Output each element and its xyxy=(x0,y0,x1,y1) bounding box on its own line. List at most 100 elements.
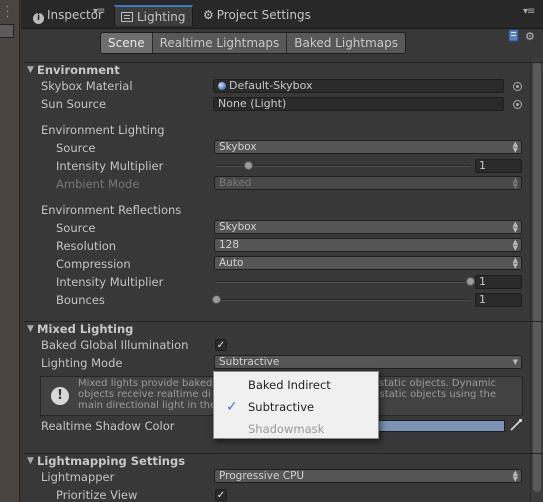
info-line1-end: static objects. Dynamic xyxy=(378,378,496,389)
scrollbar[interactable] xyxy=(530,58,543,502)
menu-item-baked-indirect[interactable]: Baked Indirect xyxy=(214,375,378,395)
tab-menu-icon[interactable]: ▾≡ xyxy=(93,6,105,17)
help-book-icon[interactable] xyxy=(508,29,520,43)
info-line1-start: Mixed lights provide baked xyxy=(78,378,213,389)
lighting-mode-popup-menu: Baked Indirect ✓ Subtractive Shadowmask xyxy=(213,371,379,439)
compression-value: Auto xyxy=(219,257,244,269)
checkmark-icon: ✓ xyxy=(226,399,238,415)
updown-arrow-icon: ▲ ▼ xyxy=(512,256,518,270)
scrollbar-thumb[interactable] xyxy=(533,62,541,492)
sun-source-field[interactable]: None (Light) xyxy=(213,97,504,111)
refl-intensity-number-field[interactable]: 1 xyxy=(475,275,522,289)
info-exclamation-icon: ! xyxy=(51,387,69,405)
lighting-mode-dropdown[interactable]: Subtractive ▼ xyxy=(214,355,522,369)
bounces-slider-thumb[interactable] xyxy=(212,295,221,304)
updown-arrow-icon: ▲ ▼ xyxy=(512,469,518,483)
intensity-slider-track[interactable] xyxy=(216,165,470,167)
info-icon: i xyxy=(33,13,44,24)
gear-icon: ⚙ xyxy=(203,8,214,22)
tab-project-settings-label: Project Settings xyxy=(216,8,311,22)
intensity-number-field[interactable]: 1 xyxy=(475,159,522,173)
shadow-color-label: Realtime Shadow Color xyxy=(41,419,175,433)
menu-item-subtractive-label: Subtractive xyxy=(248,400,315,414)
section-environment[interactable]: ▼ Environment xyxy=(24,62,543,78)
chevron-down-icon: ▼ xyxy=(512,358,518,366)
panel-edge-handle xyxy=(0,24,14,38)
env-source-dropdown[interactable]: Skybox ▲ ▼ xyxy=(214,140,522,154)
prioritize-view-label: Prioritize View xyxy=(56,488,138,502)
updown-arrow-icon: ▲ ▼ xyxy=(512,140,518,154)
environment-reflections-label: Environment Reflections xyxy=(41,203,182,217)
env-source-value: Skybox xyxy=(219,141,257,153)
bounces-number-field[interactable]: 1 xyxy=(475,293,522,307)
updown-arrow-icon: ▲ ▼ xyxy=(512,238,518,252)
window-tab-bar: i Inspector ▾≡ Lighting ⚙ Project Settings… xyxy=(21,0,543,29)
lightmapper-value: Progressive CPU xyxy=(219,470,305,482)
material-sphere-icon xyxy=(218,82,226,90)
left-panel-edge: · · · xyxy=(0,0,20,502)
menu-item-shadowmask-label: Shadowmask xyxy=(248,422,325,436)
section-lightmapping-label: Lightmapping Settings xyxy=(37,454,186,468)
skybox-material-value: Default-Skybox xyxy=(229,79,313,92)
intensity-multiplier-label: Intensity Multiplier xyxy=(56,159,164,173)
bounces-slider-track[interactable] xyxy=(216,299,470,301)
lighting-mode-value: Subtractive xyxy=(219,356,280,368)
compression-dropdown[interactable]: Auto ▲ ▼ xyxy=(214,256,522,270)
baked-gi-label: Baked Global Illumination xyxy=(41,338,189,352)
resolution-dropdown[interactable]: 128 ▲ ▼ xyxy=(214,238,522,252)
info-line2-start: objects receive realtime di xyxy=(78,389,211,400)
lighting-subtabs: Scene Realtime Lightmaps Baked Lightmaps xyxy=(100,32,407,54)
lighting-mode-label: Lighting Mode xyxy=(41,356,123,370)
refl-intensity-slider-track[interactable] xyxy=(216,281,470,283)
prioritize-view-checkbox[interactable]: ✓ xyxy=(215,489,227,501)
tab-project-settings[interactable]: ⚙ Project Settings xyxy=(197,5,317,26)
compression-label: Compression xyxy=(56,257,131,271)
section-mixed-lighting-label: Mixed Lighting xyxy=(37,322,134,336)
panel-menu-icon[interactable]: · · · xyxy=(6,3,9,23)
env-source-label: Source xyxy=(56,141,96,155)
tab-lighting[interactable]: Lighting xyxy=(114,5,193,26)
checkmark-icon: ✓ xyxy=(216,490,226,501)
info-line3-start: main directional light in the xyxy=(78,400,217,411)
tab-lighting-label: Lighting xyxy=(137,10,186,24)
refl-source-label: Source xyxy=(56,221,96,235)
ambient-mode-value: Baked xyxy=(219,177,252,189)
section-lightmapping-settings[interactable]: ▼ Lightmapping Settings xyxy=(24,453,543,469)
updown-arrow-icon: ▲ ▼ xyxy=(512,220,518,234)
lightmapper-label: Lightmapper xyxy=(41,470,115,484)
foldout-arrow-icon: ▼ xyxy=(27,65,34,75)
resolution-value: 128 xyxy=(219,239,240,251)
foldout-arrow-icon: ▼ xyxy=(27,324,34,334)
object-picker-icon[interactable] xyxy=(513,82,522,91)
ambient-mode-label: Ambient Mode xyxy=(56,177,140,191)
section-environment-label: Environment xyxy=(37,63,120,77)
window-menu-icon[interactable]: ▾≡ xyxy=(523,6,535,17)
eyedropper-icon[interactable] xyxy=(509,418,523,432)
menu-item-baked-indirect-label: Baked Indirect xyxy=(248,378,331,392)
updown-arrow-icon: ▲ ▼ xyxy=(512,176,518,190)
sun-source-label: Sun Source xyxy=(41,97,107,111)
foldout-arrow-icon: ▼ xyxy=(27,456,34,466)
shadow-color-field[interactable] xyxy=(378,420,505,432)
checkmark-icon: ✓ xyxy=(216,340,226,351)
lightmapper-dropdown[interactable]: Progressive CPU ▲ ▼ xyxy=(214,469,522,483)
refl-intensity-slider-thumb[interactable] xyxy=(466,277,475,286)
intensity-slider-thumb[interactable] xyxy=(243,161,253,170)
bounces-label: Bounces xyxy=(56,293,105,307)
baked-gi-checkbox[interactable]: ✓ xyxy=(215,339,227,351)
skybox-material-field[interactable]: Default-Skybox xyxy=(213,79,504,93)
subtab-realtime-lightmaps[interactable]: Realtime Lightmaps xyxy=(152,33,288,53)
sun-source-value: None (Light) xyxy=(218,97,287,110)
subtab-baked-lightmaps[interactable]: Baked Lightmaps xyxy=(287,33,406,53)
menu-item-shadowmask: Shadowmask xyxy=(214,419,378,439)
object-picker-icon[interactable] xyxy=(513,100,522,109)
resolution-label: Resolution xyxy=(56,239,117,253)
ambient-mode-dropdown: Baked ▲ ▼ xyxy=(214,176,522,190)
refl-source-dropdown[interactable]: Skybox ▲ ▼ xyxy=(214,220,522,234)
lighting-icon xyxy=(121,12,133,22)
skybox-material-label: Skybox Material xyxy=(41,79,133,93)
settings-gear-icon[interactable]: ⚙ xyxy=(525,30,535,43)
subtab-scene[interactable]: Scene xyxy=(101,33,153,53)
section-mixed-lighting[interactable]: ▼ Mixed Lighting xyxy=(24,321,543,337)
menu-item-subtractive[interactable]: ✓ Subtractive xyxy=(214,397,378,417)
